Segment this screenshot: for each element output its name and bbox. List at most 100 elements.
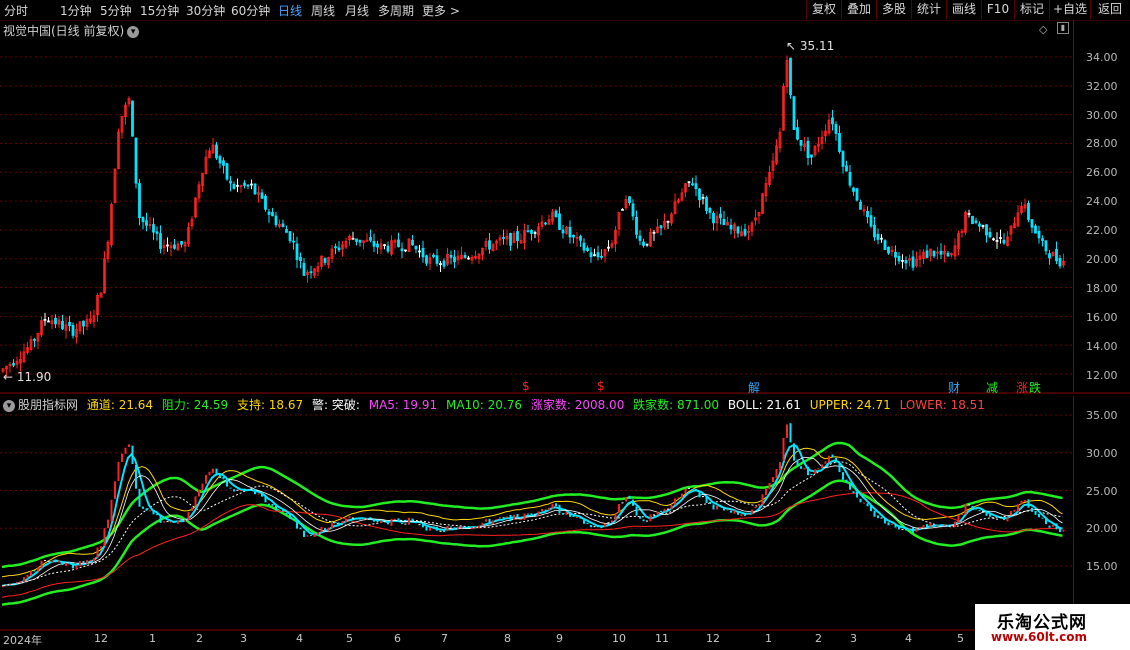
- candle-body: [453, 256, 456, 263]
- diamond-icon[interactable]: ◇: [1039, 23, 1047, 36]
- ind-candle-body: [926, 524, 928, 528]
- ind-candle-body: [506, 516, 508, 518]
- candle-body: [141, 217, 145, 223]
- window-toggle-icon[interactable]: ▮: [1057, 22, 1069, 34]
- ind-candle-body: [628, 495, 631, 499]
- ind-candle-body: [698, 491, 701, 498]
- ind-candle-body: [446, 526, 449, 532]
- ind-decliners: 跌家数: 871.00: [633, 398, 720, 412]
- marker-finance[interactable]: 财: [948, 379, 960, 396]
- candle-body: [586, 247, 589, 251]
- x-tick: 9: [556, 632, 563, 645]
- ind-candle-body: [103, 528, 106, 547]
- indicator-lines: [1, 441, 1063, 606]
- ind-candle-body: [877, 515, 879, 519]
- ind-advancers: 涨家数: 2008.00: [530, 398, 625, 412]
- chevron-down-icon[interactable]: ▾: [127, 25, 140, 38]
- y-tick: 30.00: [1086, 109, 1118, 122]
- candle-body: [1037, 230, 1041, 239]
- candle-body: [883, 240, 887, 250]
- ind-candle-body: [320, 526, 323, 533]
- ind-candle-body: [695, 488, 697, 492]
- watermark-url: www.60lt.com: [991, 630, 1088, 644]
- marker-reduce[interactable]: 减: [986, 379, 998, 396]
- ind-candle-body: [415, 521, 417, 524]
- ind-candle-body: [747, 513, 750, 515]
- candle-body: [134, 137, 138, 184]
- ind-candle-body: [289, 514, 291, 519]
- x-tick: 2: [196, 632, 203, 645]
- ind-candle-body: [597, 525, 599, 528]
- y-tick: 24.00: [1086, 195, 1118, 208]
- candle-body: [635, 216, 638, 235]
- ind-candle-body: [345, 519, 347, 523]
- candle-body: [1002, 239, 1006, 244]
- candle-body: [558, 213, 561, 230]
- ind-candle-body: [47, 560, 50, 562]
- candle-body: [152, 224, 155, 233]
- ind-candle-body: [380, 520, 382, 524]
- ind-resistance: 阻力: 24.59: [161, 398, 229, 412]
- resistance-line: [1, 441, 1063, 569]
- candle-body: [1027, 203, 1030, 220]
- lower-band-line: [1, 492, 1063, 598]
- ind-candle-body: [880, 517, 883, 519]
- ind-candle-body: [429, 527, 431, 531]
- candle-body: [155, 231, 159, 234]
- ind-candle-body: [177, 520, 179, 524]
- x-tick: 12: [706, 632, 720, 645]
- ind-candle-body: [411, 518, 414, 521]
- candle-body: [372, 240, 376, 247]
- ind-candle-body: [607, 522, 610, 524]
- ind-candle-body: [236, 489, 239, 491]
- low-price-label: ← 11.90: [3, 370, 52, 384]
- ind-candle-body: [306, 535, 309, 537]
- ind-candle-body: [726, 509, 729, 511]
- candle-body: [309, 271, 313, 274]
- ind-candle-body: [761, 494, 764, 505]
- chevron-down-icon[interactable]: ▾: [3, 399, 15, 412]
- candle-body: [159, 233, 162, 249]
- ind-candle-body: [124, 447, 127, 454]
- marker-unlock[interactable]: 解: [748, 379, 760, 396]
- ind-candle-body: [712, 504, 715, 510]
- low-value: 11.90: [16, 370, 52, 384]
- ind-candle-body: [86, 560, 88, 564]
- ind-candle-body: [789, 423, 792, 443]
- ind-candle-body: [800, 466, 802, 469]
- candle-body: [215, 144, 218, 159]
- ind-candle-body: [243, 488, 246, 490]
- candle-body: [544, 222, 547, 225]
- ind-candle-body: [317, 532, 319, 535]
- candle-body: [299, 257, 302, 261]
- marker-dollar[interactable]: $: [597, 379, 605, 393]
- ind-candle-body: [233, 489, 235, 492]
- candlesticks: [1, 55, 1065, 377]
- ind-candle-body: [807, 466, 809, 476]
- ind-ma10: MA10: 20.76: [445, 398, 523, 412]
- ind-candle-body: [383, 520, 386, 522]
- candle-body: [974, 220, 978, 223]
- marker-dollar[interactable]: $: [522, 379, 530, 393]
- ind-candle-body: [705, 496, 708, 503]
- ind-candle-body: [1041, 517, 1044, 519]
- ind-candle-body: [135, 464, 137, 489]
- ind-candle-body: [292, 518, 295, 520]
- candle-body: [229, 180, 232, 184]
- y-tick: 26.00: [1086, 166, 1118, 179]
- ind-candle-body: [667, 508, 669, 510]
- ind-candle-body: [1055, 523, 1058, 530]
- x-tick: 6: [394, 632, 401, 645]
- x-tick: 3: [850, 632, 857, 645]
- ind-candle-body: [334, 521, 337, 523]
- ind-candle-body: [215, 468, 218, 476]
- ind-candle-body: [534, 514, 536, 516]
- marker-rise[interactable]: 涨: [1016, 379, 1028, 396]
- ind-candle-body: [821, 464, 823, 468]
- ind-candle-body: [985, 510, 988, 516]
- ind-y-tick: 30.00: [1086, 447, 1118, 460]
- ind-candle-body: [625, 497, 627, 502]
- ind-candle-body: [758, 503, 760, 506]
- candle-body: [638, 235, 642, 241]
- marker-fall[interactable]: 跌: [1029, 379, 1041, 396]
